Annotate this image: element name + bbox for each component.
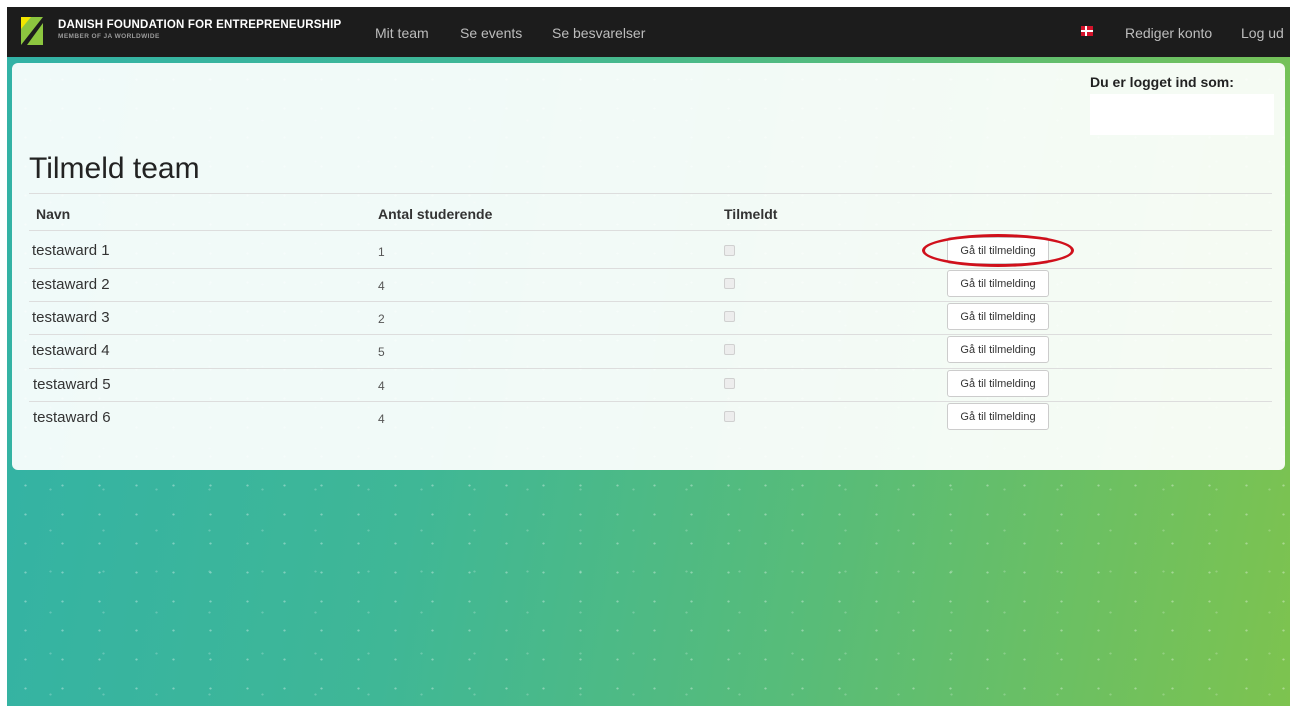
student-count: 4 bbox=[378, 412, 385, 426]
page-background: DANISH FOUNDATION FOR ENTREPRENEURSHIP M… bbox=[7, 7, 1290, 706]
registered-checkbox[interactable] bbox=[724, 278, 735, 289]
main-panel: Du er logget ind som: Tilmeld team Navn … bbox=[12, 63, 1285, 470]
row-divider bbox=[29, 401, 1272, 402]
top-navbar: DANISH FOUNDATION FOR ENTREPRENEURSHIP M… bbox=[7, 7, 1290, 57]
registered-checkbox[interactable] bbox=[724, 311, 735, 322]
column-header-antal-studerende: Antal studerende bbox=[378, 206, 493, 222]
row-divider bbox=[29, 334, 1272, 335]
nav-se-besvarelser[interactable]: Se besvarelser bbox=[552, 25, 645, 41]
go-to-registration-button[interactable]: Gå til tilmelding bbox=[947, 237, 1049, 264]
brand-subtitle: MEMBER OF JA WORLDWIDE bbox=[58, 33, 160, 40]
registered-checkbox[interactable] bbox=[724, 344, 735, 355]
registered-checkbox[interactable] bbox=[724, 378, 735, 389]
student-count: 4 bbox=[378, 279, 385, 293]
student-count: 4 bbox=[378, 379, 385, 393]
brand-title[interactable]: DANISH FOUNDATION FOR ENTREPRENEURSHIP bbox=[58, 19, 341, 31]
row-divider bbox=[29, 301, 1272, 302]
logo-icon[interactable] bbox=[21, 17, 43, 45]
nav-mit-team[interactable]: Mit team bbox=[375, 25, 429, 41]
column-header-tilmeldt: Tilmeldt bbox=[724, 206, 778, 222]
logged-in-user-box bbox=[1090, 94, 1274, 135]
team-name: testaward 1 bbox=[32, 242, 110, 259]
registered-checkbox[interactable] bbox=[724, 245, 735, 256]
row-divider bbox=[29, 268, 1272, 269]
team-name: testaward 6 bbox=[33, 409, 111, 426]
go-to-registration-button[interactable]: Gå til tilmelding bbox=[947, 303, 1049, 330]
danish-flag-icon[interactable] bbox=[1081, 26, 1093, 36]
go-to-registration-button[interactable]: Gå til tilmelding bbox=[947, 270, 1049, 297]
row-divider bbox=[29, 368, 1272, 369]
go-to-registration-button[interactable]: Gå til tilmelding bbox=[947, 403, 1049, 430]
student-count: 5 bbox=[378, 345, 385, 359]
student-count: 2 bbox=[378, 312, 385, 326]
go-to-registration-button[interactable]: Gå til tilmelding bbox=[947, 336, 1049, 363]
nav-logout[interactable]: Log ud bbox=[1241, 25, 1284, 41]
nav-edit-account[interactable]: Rediger konto bbox=[1125, 25, 1212, 41]
logged-in-label: Du er logget ind som: bbox=[1090, 74, 1234, 90]
team-name: testaward 2 bbox=[32, 276, 110, 293]
column-header-navn: Navn bbox=[36, 206, 71, 222]
header-divider bbox=[29, 230, 1272, 231]
go-to-registration-button[interactable]: Gå til tilmelding bbox=[947, 370, 1049, 397]
title-divider bbox=[29, 193, 1272, 194]
nav-se-events[interactable]: Se events bbox=[460, 25, 522, 41]
team-name: testaward 5 bbox=[33, 376, 111, 393]
student-count: 1 bbox=[378, 245, 385, 259]
team-name: testaward 3 bbox=[32, 309, 110, 326]
registered-checkbox[interactable] bbox=[724, 411, 735, 422]
page-title: Tilmeld team bbox=[29, 152, 200, 185]
team-name: testaward 4 bbox=[32, 342, 110, 359]
